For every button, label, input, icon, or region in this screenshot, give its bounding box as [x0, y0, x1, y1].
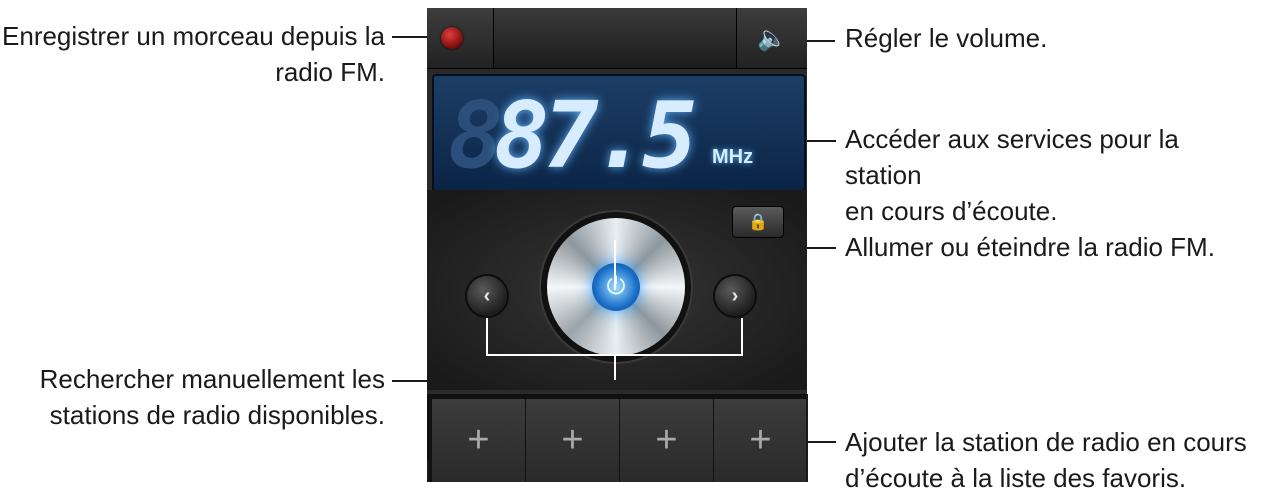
top-bar: 🔈 — [427, 8, 807, 69]
bracket-stem — [614, 356, 616, 380]
power-icon: ⏻ — [592, 263, 640, 311]
power-stem — [614, 240, 616, 290]
callout-volume: Régler le volume. — [845, 23, 1048, 53]
next-station-button[interactable]: › — [715, 276, 755, 316]
favorites-bracket-left — [427, 460, 429, 482]
lock-icon: 🔒 — [748, 214, 768, 231]
record-icon — [441, 27, 463, 49]
frequency-unit: MHz — [712, 146, 754, 168]
callout-record: Enregistrer un morceau depuis la radio F… — [2, 21, 385, 87]
favorites-row: + + + + — [427, 394, 807, 482]
favorite-slot[interactable]: + — [714, 399, 807, 482]
speaker-icon: 🔈 — [757, 24, 787, 52]
chevron-left-icon: ‹ — [483, 284, 491, 307]
volume-button[interactable]: 🔈 — [736, 8, 807, 68]
fm-radio-screen: 🔈 8 87.5 MHz 🔒 ⏻ ‹ › + + + + — [427, 8, 807, 482]
leader-favorites — [808, 441, 836, 443]
leader-volume — [805, 40, 835, 42]
prev-station-button[interactable]: ‹ — [467, 276, 507, 316]
services-button[interactable]: 🔒 — [732, 206, 784, 238]
callout-search: Rechercher manuellement les stations de … — [39, 364, 385, 430]
power-knob[interactable]: ⏻ — [547, 218, 685, 356]
record-button[interactable] — [427, 8, 494, 68]
favorite-slot[interactable]: + — [432, 399, 526, 482]
leader-record — [392, 36, 427, 38]
callout-favorites: Ajouter la station de radio en cours d’é… — [845, 427, 1247, 493]
bracket-right — [741, 318, 743, 356]
frequency-value: 87.5 — [494, 82, 698, 189]
favorite-slot[interactable]: + — [620, 399, 714, 482]
chevron-right-icon: › — [731, 284, 739, 307]
callout-power: Allumer ou éteindre la radio FM. — [845, 232, 1215, 262]
favorite-slot[interactable]: + — [526, 399, 620, 482]
frequency-display: 8 87.5 MHz — [432, 74, 806, 192]
bracket-left — [486, 318, 488, 356]
callout-services: Accéder aux services pour la station en … — [845, 124, 1179, 226]
favorites-bracket-right — [806, 394, 808, 482]
